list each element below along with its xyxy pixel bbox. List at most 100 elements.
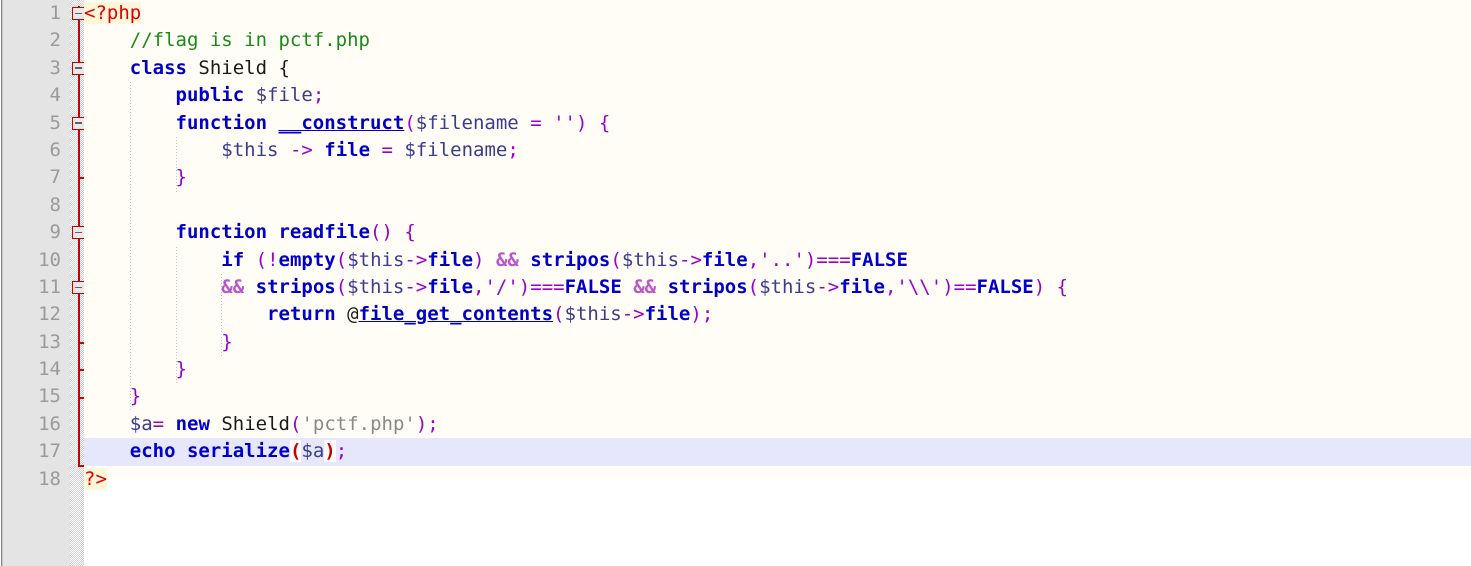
- error-suppress-operator: @: [347, 303, 359, 326]
- function-serialize: serialize: [186, 440, 290, 463]
- line-number: 9: [49, 221, 61, 244]
- function-empty: empty: [278, 248, 336, 271]
- php-close-tag: ?>: [84, 467, 107, 490]
- line-number: 4: [49, 84, 61, 107]
- constant-false: FALSE: [850, 248, 908, 271]
- code-line-7[interactable]: }: [84, 164, 1471, 191]
- semicolon: ;: [335, 440, 348, 463]
- paren-open: (: [404, 111, 416, 134]
- paren-open: (: [747, 275, 760, 298]
- code-line-1[interactable]: <?php: [84, 0, 1471, 27]
- brace-open: {: [598, 111, 611, 134]
- code-editor[interactable]: 1 2 3 4 5 6 7 8 9 10 11 12 13 14 15 16 17 18 <?php //flag…: [0, 0, 1471, 566]
- line-number: 15: [38, 385, 61, 408]
- code-lines[interactable]: <?php //flag is in pctf.php class Shield…: [84, 0, 1471, 493]
- paren-open: (: [255, 248, 268, 271]
- param-filename: $filename: [415, 111, 519, 134]
- line-number-column: 1 2 3 4 5 6 7 8 9 10 11 12 13 14 15 16 17 18: [0, 0, 70, 493]
- this-variable: $this: [221, 138, 279, 161]
- code-area[interactable]: <?php //flag is in pctf.php class Shield…: [84, 0, 1471, 566]
- line-number: 1: [49, 2, 61, 24]
- variable-file: $file: [255, 84, 313, 107]
- property-file: file: [701, 248, 748, 271]
- function-stripos: stripos: [667, 275, 748, 298]
- semicolon: ;: [701, 303, 714, 326]
- equality-operator: ==: [953, 275, 977, 298]
- brace-close: }: [175, 166, 187, 189]
- code-line-4[interactable]: public $file;: [84, 82, 1471, 109]
- code-line-5[interactable]: function __construct($filename = '') {: [84, 110, 1471, 137]
- assign-operator: =: [152, 412, 165, 435]
- property-file: file: [644, 303, 691, 326]
- line-number: 2: [49, 29, 61, 52]
- code-line-13[interactable]: }: [84, 329, 1471, 356]
- brace-open: {: [1056, 275, 1069, 298]
- code-line-15[interactable]: }: [84, 383, 1471, 410]
- editor-gutter: 1 2 3 4 5 6 7 8 9 10 11 12 13 14 15 16 17 18: [0, 0, 70, 566]
- constant-false: FALSE: [564, 275, 622, 298]
- paren-open: (: [335, 248, 348, 271]
- paren-close: ): [518, 275, 531, 298]
- line-number: 18: [38, 467, 61, 490]
- code-line-2[interactable]: //flag is in pctf.php: [84, 27, 1471, 54]
- class-name-shield: Shield: [221, 412, 290, 435]
- function-stripos: stripos: [530, 248, 611, 271]
- assign-operator: =: [381, 138, 393, 161]
- line-number: 12: [38, 303, 61, 326]
- paren-open: (: [335, 275, 348, 298]
- code-line-18[interactable]: ?>: [84, 466, 1471, 493]
- this-ref: $this: [564, 303, 622, 326]
- arrow-operator: ->: [289, 138, 313, 161]
- semicolon: ;: [507, 138, 519, 161]
- matched-paren-open: (: [289, 440, 302, 463]
- code-line-16[interactable]: $a= new Shield('pctf.php');: [84, 411, 1471, 438]
- brace-open: {: [404, 221, 416, 244]
- comma: ,: [884, 275, 897, 298]
- line-number: 6: [49, 138, 61, 161]
- keyword-if: if: [221, 248, 245, 271]
- keyword-new: new: [175, 412, 210, 435]
- code-line-11[interactable]: && stripos($this->file,'/')===FALSE && s…: [84, 274, 1471, 301]
- brace-close: }: [129, 385, 142, 408]
- paren-close: ): [1033, 275, 1046, 298]
- line-number: 16: [38, 412, 61, 435]
- line-number: 14: [38, 358, 61, 381]
- code-line-3[interactable]: class Shield {: [84, 55, 1471, 82]
- property-file: file: [324, 138, 371, 161]
- keyword-return: return: [267, 303, 336, 326]
- value-filename: $filename: [404, 138, 508, 161]
- property-file: file: [427, 248, 474, 271]
- line-number: 7: [49, 166, 61, 189]
- paren-open: (: [610, 248, 622, 271]
- and-operator: &&: [633, 275, 657, 298]
- matched-paren-close: ): [324, 440, 336, 463]
- code-line-8[interactable]: [84, 192, 1471, 219]
- code-line-9[interactable]: function readfile() {: [84, 219, 1471, 246]
- line-number: 11: [38, 275, 61, 298]
- this-ref: $this: [759, 275, 817, 298]
- code-line-14[interactable]: }: [84, 356, 1471, 383]
- this-ref: $this: [621, 248, 680, 271]
- identity-operator: ===: [816, 248, 851, 271]
- function-file-get-contents: file_get_contents: [358, 303, 554, 326]
- code-line-6[interactable]: $this -> file = $filename;: [84, 137, 1471, 164]
- paren-close: ): [415, 412, 428, 435]
- comma: ,: [473, 275, 485, 298]
- brace-close: }: [221, 330, 233, 353]
- class-name-shield: Shield: [198, 56, 268, 79]
- empty-parens: (): [370, 221, 393, 244]
- code-line-10[interactable]: if (!empty($this->file) && stripos($this…: [84, 247, 1471, 274]
- paren-close: ): [690, 303, 702, 326]
- property-file: file: [427, 275, 474, 298]
- semicolon: ;: [427, 412, 439, 435]
- keyword-echo: echo: [129, 440, 176, 463]
- code-line-12[interactable]: return @file_get_contents($this->file);: [84, 301, 1471, 328]
- assign-operator: =: [530, 111, 542, 134]
- code-line-17[interactable]: echo serialize($a);: [84, 438, 1471, 465]
- argument-a: $a: [301, 440, 325, 463]
- arrow-operator: ->: [404, 275, 428, 298]
- keyword-public: public: [175, 84, 245, 107]
- line-number: 10: [38, 248, 61, 271]
- string-dotdot: '..': [759, 248, 805, 271]
- default-empty-string: '': [553, 111, 576, 134]
